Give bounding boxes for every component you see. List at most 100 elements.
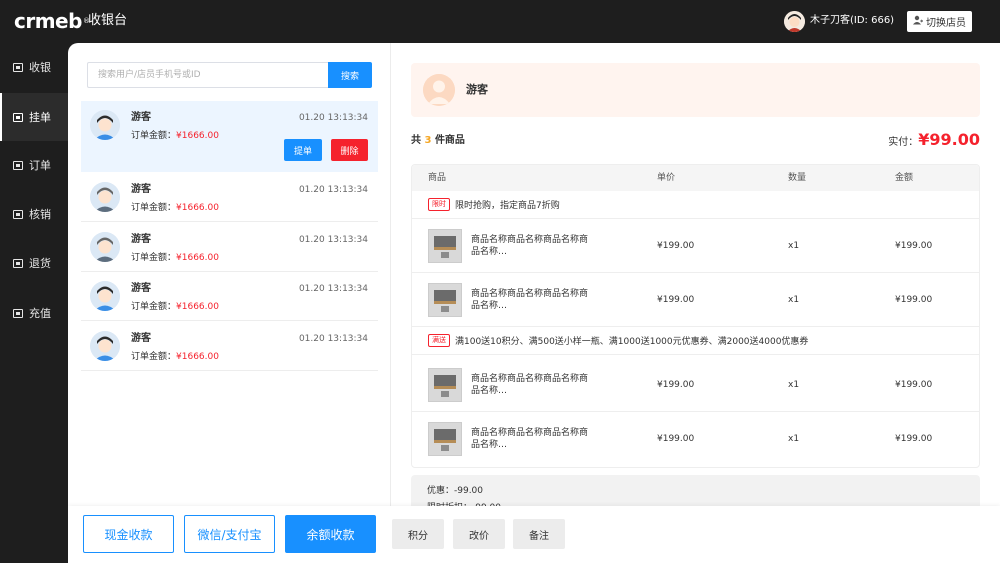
recharge-icon xyxy=(13,308,23,318)
search-button[interactable]: 搜索 xyxy=(328,62,372,88)
hold-time: 01.20 13:13:34 xyxy=(298,334,368,344)
product-quantity: x1 xyxy=(788,295,800,305)
top-bar: crmeb® 收银台 木子刀客(ID: 666) 切换店员 xyxy=(0,0,1000,43)
sidebar-item-label: 退货 xyxy=(29,257,51,270)
hold-order-icon xyxy=(13,112,23,122)
user-avatar[interactable] xyxy=(784,11,805,32)
column-header: 单价 xyxy=(657,173,676,183)
product-price: ¥199.00 xyxy=(657,380,695,390)
hold-order-item[interactable]: 游客 01.20 13:13:34 订单金额：¥1666.00 xyxy=(81,173,378,222)
customer-avatar xyxy=(90,281,120,311)
promotion-row: 限时 限时抢购，指定商品7折购 xyxy=(412,191,979,219)
order-amount: 订单金额：¥1666.00 xyxy=(131,131,219,141)
order-amount: 订单金额：¥1666.00 xyxy=(131,352,219,362)
verify-icon xyxy=(13,209,23,219)
product-total: ¥199.00 xyxy=(895,380,933,390)
product-quantity: x1 xyxy=(788,380,800,390)
hold-order-item[interactable]: 游客 01.20 13:13:34 订单金额：¥1666.00 xyxy=(81,322,378,371)
sidebar-item-orders[interactable]: 订单 xyxy=(0,141,68,189)
hold-time: 01.20 13:13:34 xyxy=(298,185,368,195)
search-input[interactable] xyxy=(87,62,329,88)
sidebar-item-return[interactable]: 退货 xyxy=(0,239,68,287)
return-icon xyxy=(13,258,23,268)
sidebar-item-label: 核销 xyxy=(29,208,51,221)
promotion-row: 满送 满100送10积分、满500送小样一瓶、满1000送1000元优惠券、满2… xyxy=(412,327,979,355)
goods-table: 商品 单价 数量 金额 限时 限时抢购，指定商品7折购 商品名称商品名称商品名称… xyxy=(411,164,980,468)
table-header: 商品 单价 数量 金额 xyxy=(412,165,979,191)
product-total: ¥199.00 xyxy=(895,241,933,251)
hold-time: 01.20 13:13:34 xyxy=(298,113,368,123)
table-row: 商品名称商品名称商品名称商品名称… ¥199.00 x1 ¥199.00 xyxy=(412,358,979,412)
brand-logo: crmeb® xyxy=(14,9,90,33)
hold-order-item[interactable]: 游客 01.20 13:13:34 订单金额：¥1666.00 提单 删除 xyxy=(81,101,378,172)
cash-payment-button[interactable]: 现金收款 xyxy=(83,515,174,553)
points-button[interactable]: 积分 xyxy=(392,519,444,549)
sidebar-item-hold-order[interactable]: 挂单 xyxy=(0,93,68,141)
sidebar-item-verify[interactable]: 核销 xyxy=(0,190,68,238)
product-total: ¥199.00 xyxy=(895,434,933,444)
delete-order-button[interactable]: 删除 xyxy=(331,139,368,161)
customer-name: 游客 xyxy=(131,283,151,294)
hold-time: 01.20 13:13:34 xyxy=(298,235,368,245)
customer-name: 游客 xyxy=(131,184,151,195)
main-content: 搜索 游客 01.20 13:13:34 订单金额：¥1666.00 提单 删除… xyxy=(68,43,1000,563)
sidebar-item-recharge[interactable]: 充值 xyxy=(0,289,68,337)
customer-name: 游客 xyxy=(466,83,488,96)
hold-order-item[interactable]: 游客 01.20 13:13:34 订单金额：¥1666.00 xyxy=(81,223,378,272)
balance-payment-button[interactable]: 余额收款 xyxy=(285,515,376,553)
promotion-tag: 限时 xyxy=(428,198,450,211)
product-total: ¥199.00 xyxy=(895,295,933,305)
sidebar-item-label: 订单 xyxy=(29,159,51,172)
product-name: 商品名称商品名称商品名称商品名称… xyxy=(471,428,589,450)
customer-avatar xyxy=(90,331,120,361)
customer-avatar xyxy=(90,110,120,140)
user-switch-icon xyxy=(913,15,924,28)
product-price: ¥199.00 xyxy=(657,295,695,305)
sidebar-item-label: 收银 xyxy=(29,61,51,74)
switch-clerk-button[interactable]: 切换店员 xyxy=(907,11,972,32)
promotion-text: 满100送10积分、满500送小样一瓶、满1000送1000元优惠券、满2000… xyxy=(455,337,809,347)
customer-name: 游客 xyxy=(131,333,151,344)
hold-order-list-panel: 搜索 游客 01.20 13:13:34 订单金额：¥1666.00 提单 删除… xyxy=(68,43,391,506)
user-name: 木子刀客(ID: 666) xyxy=(810,15,895,26)
product-price: ¥199.00 xyxy=(657,434,695,444)
discount-amount: 优惠：-99.00 xyxy=(427,486,484,496)
order-detail-panel: 游客 共 3 件商品 实付：¥99.00 商品 单价 数量 金额 限时 限时抢购… xyxy=(391,43,1000,515)
change-price-button[interactable]: 改价 xyxy=(453,519,505,549)
product-thumbnail xyxy=(428,422,462,456)
column-header: 金额 xyxy=(895,173,914,183)
product-name: 商品名称商品名称商品名称商品名称… xyxy=(471,235,589,257)
goods-count: 共 3 件商品 xyxy=(411,135,465,146)
column-header: 商品 xyxy=(428,173,447,183)
product-quantity: x1 xyxy=(788,241,800,251)
page-title: 收银台 xyxy=(88,13,128,28)
wechat-alipay-payment-button[interactable]: 微信/支付宝 xyxy=(184,515,275,553)
product-thumbnail xyxy=(428,229,462,263)
customer-avatar xyxy=(90,182,120,212)
orders-icon xyxy=(13,160,23,170)
product-name: 商品名称商品名称商品名称商品名称… xyxy=(471,289,589,311)
customer-avatar xyxy=(90,232,120,262)
product-thumbnail xyxy=(428,368,462,402)
product-price: ¥199.00 xyxy=(657,241,695,251)
sidebar-item-label: 充值 xyxy=(29,307,51,320)
column-header: 数量 xyxy=(788,173,807,183)
sidebar-nav: 收银 挂单 订单 核销 退货 充值 xyxy=(0,43,68,563)
hold-order-item[interactable]: 游客 01.20 13:13:34 订单金额：¥1666.00 xyxy=(81,272,378,321)
paid-amount: 实付：¥99.00 xyxy=(888,130,980,149)
sidebar-item-cashier[interactable]: 收银 xyxy=(0,43,68,91)
sidebar-item-label: 挂单 xyxy=(29,111,51,124)
customer-name: 游客 xyxy=(131,112,151,123)
take-order-button[interactable]: 提单 xyxy=(284,139,322,161)
switch-clerk-label: 切换店员 xyxy=(926,18,966,29)
product-name: 商品名称商品名称商品名称商品名称… xyxy=(471,374,589,396)
guest-avatar xyxy=(423,74,455,106)
product-thumbnail xyxy=(428,283,462,317)
table-row: 商品名称商品名称商品名称商品名称… ¥199.00 x1 ¥199.00 xyxy=(412,219,979,273)
product-quantity: x1 xyxy=(788,434,800,444)
cashier-icon xyxy=(13,62,23,72)
promotion-text: 限时抢购，指定商品7折购 xyxy=(455,201,560,211)
order-amount: 订单金额：¥1666.00 xyxy=(131,302,219,312)
remark-button[interactable]: 备注 xyxy=(513,519,565,549)
payment-action-bar: 现金收款 微信/支付宝 余额收款 积分 改价 备注 xyxy=(68,506,1000,563)
